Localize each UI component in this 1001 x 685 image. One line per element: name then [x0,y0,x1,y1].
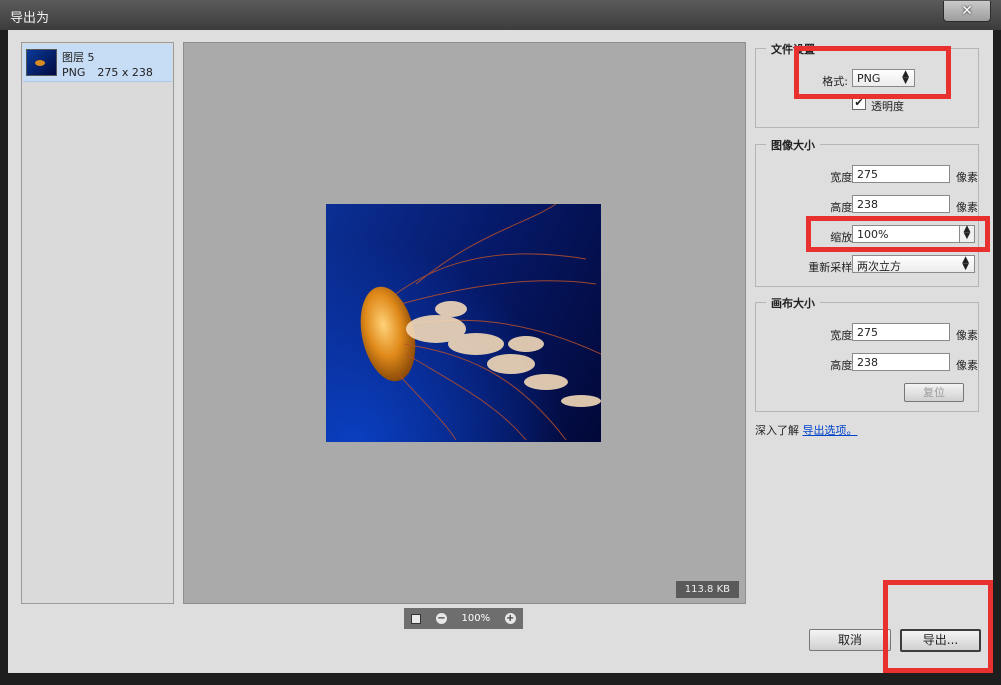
layer-dimensions: 275 x 238 [97,66,153,79]
canvas-height-row: 高度: 238 像素 [756,353,980,373]
zoom-toolbar: − 100% + [404,608,523,629]
layer-meta: PNG 275 x 238 [62,66,153,79]
resample-row: 重新采样: 两次立方 ▲ ▼ [756,255,980,275]
image-width-input[interactable]: 275 [852,165,950,183]
canvas-height-unit: 像素 [956,359,978,372]
image-size-title: 图像大小 [766,137,820,153]
title-bar: 导出为 ✕ [0,0,1001,30]
layer-name: 图层 5 [62,51,95,64]
jellyfish-image [360,204,601,441]
image-height-unit: 像素 [956,201,978,214]
cancel-button[interactable]: 取消 [809,629,891,651]
layer-thumbnail [26,49,57,76]
layer-item[interactable]: 图层 5 PNG 275 x 238 [23,44,172,82]
zoom-level: 100% [461,613,491,624]
reset-button[interactable]: 复位 [904,383,964,402]
preview-image [326,204,601,442]
image-height-row: 高度: 238 像素 [756,195,980,215]
canvas-width-unit: 像素 [956,329,978,342]
image-height-input[interactable]: 238 [852,195,950,213]
close-icon: ✕ [961,3,973,19]
zoom-out-icon[interactable]: − [435,613,447,624]
canvas-height-input[interactable]: 238 [852,353,950,371]
export-options-link[interactable]: 导出选项。 [803,424,858,437]
resample-label: 重新采样: [808,261,856,274]
image-width-unit: 像素 [956,171,978,184]
window-title: 导出为 [10,11,50,26]
resample-value: 两次立方 [857,260,901,273]
canvas-width-row: 宽度: 275 像素 [756,323,980,343]
highlight-box-export [883,580,993,673]
fit-to-screen-icon[interactable] [411,613,422,624]
file-size-badge: 113.8 KB [675,581,739,598]
image-width-row: 宽度: 275 像素 [756,165,980,185]
learn-more-prefix: 深入了解 [755,424,799,437]
zoom-in-icon[interactable]: + [504,613,516,624]
dialog-body: 图层 5 PNG 275 x 238 113.8 KB − 100% + 文件设… [8,30,993,673]
canvas-size-title: 画布大小 [766,295,820,311]
layers-panel: 图层 5 PNG 275 x 238 [21,42,174,604]
transparency-label: 透明度 [871,100,904,113]
highlight-box-scale [806,216,990,252]
preview-area: 113.8 KB [183,42,746,604]
canvas-width-input[interactable]: 275 [852,323,950,341]
close-button[interactable]: ✕ [943,1,991,22]
highlight-box-format [794,46,951,99]
canvas-size-group: 画布大小 宽度: 275 像素 高度: 238 像素 复位 [755,295,980,412]
layer-format: PNG [62,66,86,79]
select-arrows-icon: ▲ ▼ [962,255,969,272]
resample-select[interactable]: 两次立方 ▲ ▼ [852,255,975,273]
learn-more: 深入了解 导出选项。 [755,422,858,438]
